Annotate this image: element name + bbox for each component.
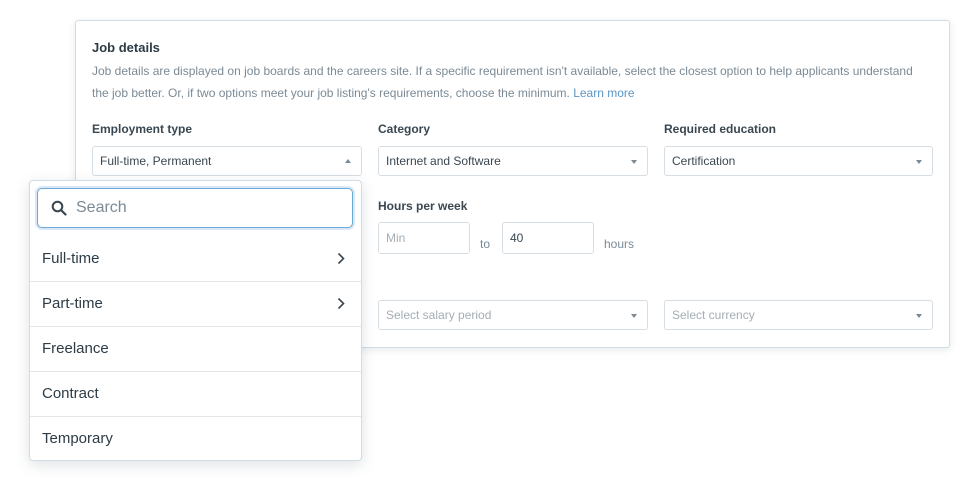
- required-education-select[interactable]: Certification: [664, 146, 933, 176]
- required-education-value: Certification: [672, 154, 736, 168]
- hours-min-placeholder: Min: [386, 231, 406, 245]
- dropdown-option-contract[interactable]: Contract: [30, 371, 361, 415]
- caret-down-icon: [631, 314, 637, 318]
- dropdown-option-part-time[interactable]: Part-time: [30, 281, 361, 325]
- chevron-right-icon: [337, 297, 345, 310]
- option-label: Part-time: [42, 295, 103, 312]
- employment-type-dropdown: Search Full-time Part-time Freelance Con…: [29, 180, 362, 461]
- employment-type-label: Employment type: [92, 122, 193, 136]
- learn-more-link[interactable]: Learn more: [573, 86, 634, 100]
- option-label: Full-time: [42, 250, 100, 267]
- category-label: Category: [378, 122, 431, 136]
- section-title: Job details: [92, 40, 160, 55]
- salary-period-select[interactable]: Select salary period: [378, 300, 648, 330]
- hours-unit-text: hours: [604, 237, 635, 251]
- section-description: Job details are displayed on job boards …: [92, 60, 932, 104]
- dropdown-option-full-time[interactable]: Full-time: [30, 237, 361, 281]
- dropdown-option-freelance[interactable]: Freelance: [30, 326, 361, 370]
- category-select[interactable]: Internet and Software: [378, 146, 648, 176]
- hours-max-input[interactable]: 40: [502, 222, 594, 254]
- option-label: Freelance: [42, 340, 109, 357]
- option-label: Temporary: [42, 430, 113, 447]
- hours-max-value: 40: [510, 231, 524, 245]
- description-text: Job details are displayed on job boards …: [92, 64, 913, 100]
- currency-placeholder: Select currency: [672, 308, 755, 322]
- option-label: Contract: [42, 385, 99, 402]
- currency-select[interactable]: Select currency: [664, 300, 933, 330]
- hours-min-input[interactable]: Min: [378, 222, 470, 254]
- search-icon: [51, 200, 67, 216]
- category-value: Internet and Software: [386, 154, 501, 168]
- employment-type-value: Full-time, Permanent: [100, 154, 212, 168]
- employment-type-select[interactable]: Full-time, Permanent: [92, 146, 362, 176]
- to-text: to: [480, 237, 491, 251]
- chevron-right-icon: [337, 252, 345, 265]
- required-education-label: Required education: [664, 122, 777, 136]
- dropdown-option-temporary[interactable]: Temporary: [30, 416, 361, 460]
- caret-down-icon: [916, 314, 922, 318]
- caret-down-icon: [631, 160, 637, 164]
- salary-period-placeholder: Select salary period: [386, 308, 492, 322]
- caret-up-icon: [345, 159, 351, 163]
- search-placeholder: Search: [76, 199, 127, 216]
- hours-per-week-label: Hours per week: [378, 199, 468, 213]
- dropdown-search-input[interactable]: Search: [37, 188, 353, 228]
- caret-down-icon: [916, 160, 922, 164]
